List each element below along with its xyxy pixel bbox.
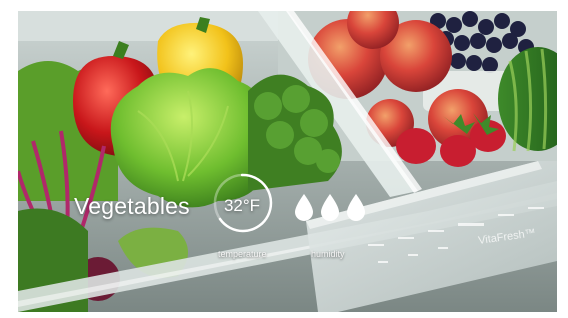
fridge-drawer-screen: Vegetables 32°F temperature humidity Vit… — [18, 11, 557, 312]
drawer-photo — [18, 11, 557, 312]
